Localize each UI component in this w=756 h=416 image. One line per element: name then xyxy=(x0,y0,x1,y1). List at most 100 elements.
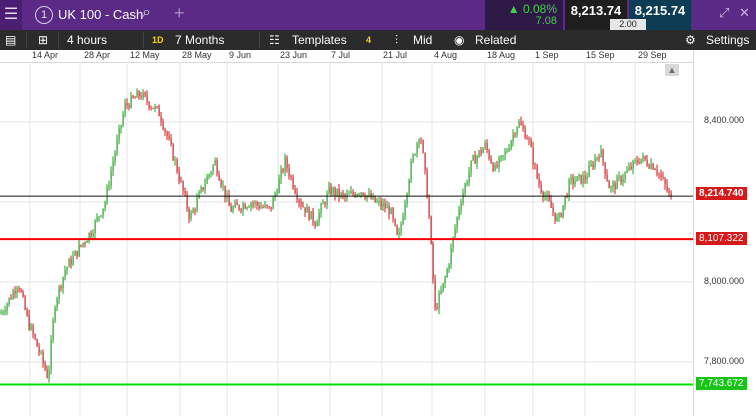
candle-body xyxy=(400,224,402,233)
interval-selector[interactable]: 4 hours xyxy=(67,30,107,50)
candle-body xyxy=(54,307,56,321)
candle-body xyxy=(78,244,80,257)
candle-body xyxy=(350,191,352,194)
search-icon[interactable]: ⌕ xyxy=(142,4,151,22)
candle-body xyxy=(112,161,114,172)
candle-body xyxy=(266,204,268,207)
candle-body xyxy=(174,159,176,161)
scroll-up-icon[interactable]: ▲ xyxy=(665,64,679,76)
candle-body xyxy=(10,297,12,299)
candle-body xyxy=(214,160,216,166)
candle-body xyxy=(144,92,146,96)
candle-body xyxy=(158,106,160,117)
add-tab-icon[interactable]: + xyxy=(174,3,185,24)
candle-body xyxy=(654,169,656,171)
price-chart[interactable] xyxy=(0,62,693,416)
date-label: 29 Sep xyxy=(638,50,667,60)
candle-body xyxy=(390,208,392,214)
date-label: 7 Jul xyxy=(331,50,351,60)
candle-body xyxy=(620,176,622,183)
candle-body xyxy=(336,188,338,196)
candle-body xyxy=(262,206,264,208)
candle-body xyxy=(196,198,198,211)
date-label: 14 Apr xyxy=(32,50,59,60)
candle-body xyxy=(614,183,616,190)
range-selector[interactable]: 7 Months xyxy=(175,30,224,50)
candle-body xyxy=(560,213,562,217)
price-type-selector[interactable]: Mid xyxy=(413,30,432,50)
candle-body xyxy=(16,288,18,294)
candle-body xyxy=(172,144,174,161)
related-button[interactable]: Related xyxy=(475,30,516,50)
candle-body xyxy=(574,181,576,184)
candle-body xyxy=(332,188,334,195)
date-label: 9 Jun xyxy=(229,50,252,60)
candle-body xyxy=(4,310,6,313)
templates-count-badge: 4 xyxy=(366,35,372,45)
candle-body xyxy=(386,206,388,209)
candle-body xyxy=(508,148,510,151)
templates-icon[interactable]: ☷ xyxy=(269,30,280,50)
candle-body xyxy=(576,176,578,182)
expand-icon[interactable]: ⤢ xyxy=(719,5,729,21)
date-label: 28 Apr xyxy=(84,50,111,60)
candle-body xyxy=(52,320,54,341)
price-tick-label: 7,800.000 xyxy=(704,356,745,366)
candle-body xyxy=(436,307,438,309)
candle-body xyxy=(18,288,20,290)
candle-body xyxy=(374,195,376,203)
candle-body xyxy=(210,172,212,175)
candle-body xyxy=(202,187,204,190)
candle-body xyxy=(626,170,628,173)
candle-body xyxy=(484,143,486,149)
candle-body xyxy=(534,164,536,166)
candle-body xyxy=(570,177,572,180)
candle-body xyxy=(352,191,354,195)
candle-body xyxy=(286,157,288,169)
list-icon[interactable]: ▤ xyxy=(5,30,16,50)
candle-body xyxy=(502,155,504,157)
eye-icon[interactable]: ◉ xyxy=(454,30,464,50)
candle-body xyxy=(394,218,396,226)
spread-value: 2.00 xyxy=(610,19,646,30)
price-type-icon[interactable]: ⫶ xyxy=(395,30,398,50)
candle-body xyxy=(270,206,272,210)
candle-body xyxy=(666,184,668,191)
candle-body xyxy=(256,202,258,206)
candle-body xyxy=(434,279,436,308)
candle-body xyxy=(660,173,662,177)
templates-button[interactable]: Templates xyxy=(292,30,347,50)
candle-body xyxy=(518,121,520,128)
candle-body xyxy=(382,203,384,207)
candle-body xyxy=(490,158,492,164)
gear-icon[interactable]: ⚙ xyxy=(685,30,696,50)
menu-icon[interactable]: ☰ xyxy=(0,0,22,30)
candle-body xyxy=(510,140,512,149)
candle-body xyxy=(348,193,350,195)
candle-body xyxy=(38,346,40,353)
candle-body xyxy=(170,138,172,145)
candle-body xyxy=(456,217,458,229)
candle-body xyxy=(238,205,240,210)
candle-body xyxy=(644,155,646,160)
instrument-tab[interactable]: 1 UK 100 - Cash ⌕ xyxy=(28,0,168,30)
candle-body xyxy=(446,269,448,278)
candle-body xyxy=(622,178,624,183)
candle-body xyxy=(634,160,636,162)
candle-body xyxy=(282,169,284,172)
candle-body xyxy=(648,165,650,169)
price-tick-label: 8,000.000 xyxy=(704,276,745,286)
candle-body xyxy=(84,242,86,244)
candle-body xyxy=(290,176,292,178)
candle-body xyxy=(250,203,252,207)
settings-button[interactable]: Settings xyxy=(706,30,749,50)
candle-body xyxy=(512,134,514,141)
date-label: 4 Aug xyxy=(434,50,458,60)
candle-body xyxy=(440,290,442,294)
candle-body xyxy=(388,206,390,214)
candle-body xyxy=(264,204,266,208)
layout-grid-icon[interactable]: ⊞ xyxy=(38,30,48,50)
candle-body xyxy=(216,160,218,174)
candle-body xyxy=(132,95,134,98)
close-icon[interactable]: ✕ xyxy=(739,5,750,21)
